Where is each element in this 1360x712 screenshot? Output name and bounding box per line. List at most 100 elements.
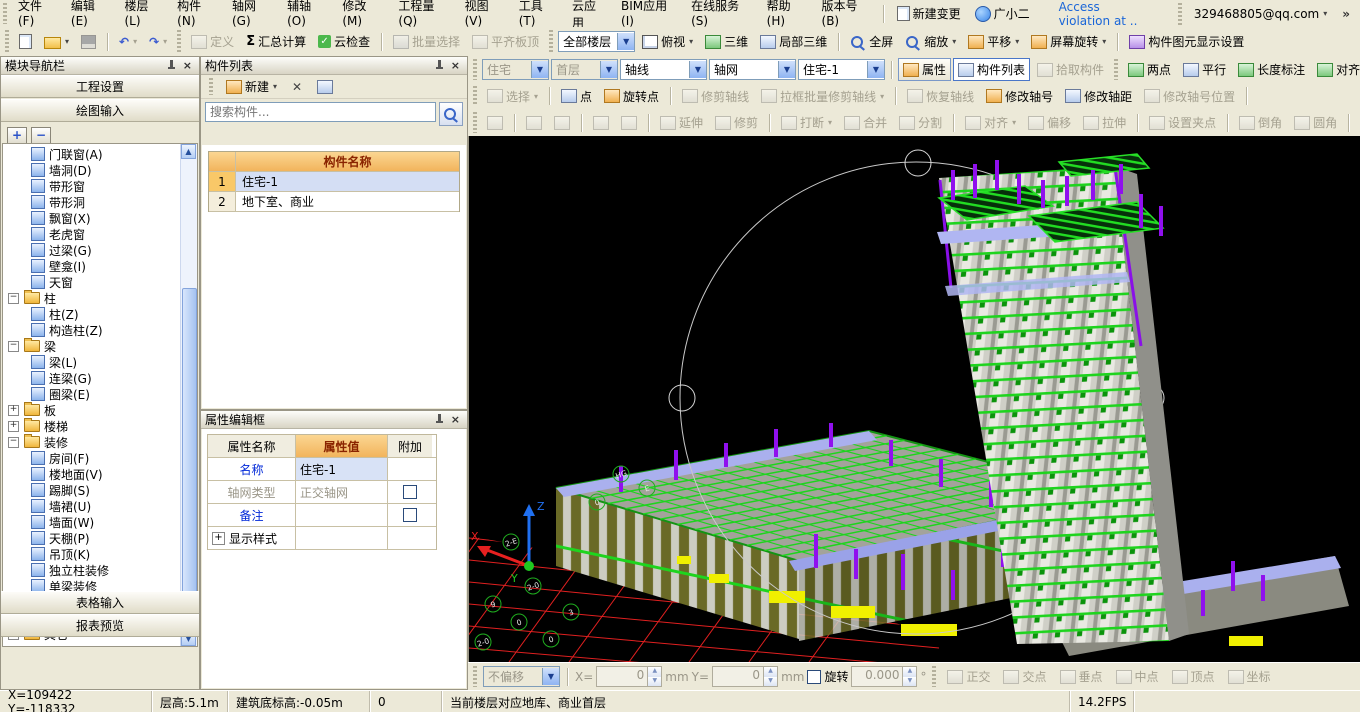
report-preview-button[interactable]: 报表预览: [1, 614, 199, 637]
summary-calc-button[interactable]: Σ汇总计算: [241, 30, 311, 53]
component-name[interactable]: 地下室、商业: [236, 192, 459, 211]
scrollbar-thumb[interactable]: [182, 288, 197, 596]
extend-button[interactable]: 延伸: [655, 111, 708, 134]
tree-item[interactable]: 连梁(G): [3, 370, 181, 386]
chevron-down-icon[interactable]: ▼: [778, 61, 795, 78]
rotate-checkbox[interactable]: [807, 670, 821, 684]
element-combo[interactable]: 住宅-1▼: [798, 59, 885, 80]
pin-icon[interactable]: [167, 59, 176, 72]
property-value[interactable]: 住宅-1: [296, 458, 388, 480]
element-display-settings-button[interactable]: 构件图元显示设置: [1124, 30, 1249, 53]
toolbar-grip[interactable]: [932, 666, 936, 687]
close-polyline-button[interactable]: 闭合: [1355, 111, 1360, 134]
intersection-snap-button[interactable]: 交点: [998, 665, 1051, 688]
tree-folder[interactable]: −装修: [3, 434, 181, 450]
chevron-down-icon[interactable]: ▼: [867, 61, 884, 78]
x-offset-spinner[interactable]: 0▲▼: [596, 666, 662, 687]
coordinate-button[interactable]: 坐标: [1223, 665, 1276, 688]
chevron-down-icon[interactable]: ▼: [600, 61, 617, 78]
tree-item[interactable]: 独立柱装修: [3, 562, 181, 578]
cloud-check-button[interactable]: ✓云检查: [313, 30, 375, 53]
tree-item[interactable]: 构造柱(Z): [3, 322, 181, 338]
toolbar-grip[interactable]: [209, 78, 213, 95]
define-button[interactable]: 定义: [186, 30, 239, 53]
pin-icon[interactable]: [435, 59, 444, 72]
rotate-point-button[interactable]: 旋转点: [599, 85, 664, 108]
toolbar-grip[interactable]: [549, 30, 553, 53]
format-brush-button[interactable]: [482, 113, 508, 133]
account-dropdown[interactable]: 329468805@qq.com▾: [1189, 4, 1332, 24]
merge-button[interactable]: 合并: [839, 111, 892, 134]
tree-item[interactable]: 墙面(W): [3, 514, 181, 530]
local-3d-button[interactable]: 局部三维: [755, 30, 832, 53]
search-input[interactable]: [205, 102, 436, 122]
offset-mode-combo[interactable]: 不偏移▼: [483, 666, 560, 687]
toolbar-grip[interactable]: [1178, 3, 1182, 25]
tree-item[interactable]: 吊顶(K): [3, 546, 181, 562]
component-name[interactable]: 住宅-1: [236, 172, 459, 191]
spin-down-icon[interactable]: ▼: [764, 677, 777, 687]
trim-axis-button[interactable]: 修剪轴线: [677, 85, 754, 108]
spin-up-icon[interactable]: ▲: [764, 667, 777, 677]
pan-button[interactable]: 平移▾: [963, 30, 1024, 53]
open-file-button[interactable]: ▾: [39, 31, 74, 52]
tree-scrollbar[interactable]: ▲ ▼: [180, 144, 197, 646]
chamfer-button[interactable]: 倒角: [1234, 111, 1287, 134]
close-icon[interactable]: ×: [180, 59, 195, 72]
expander-icon[interactable]: +: [212, 532, 225, 545]
expander-icon[interactable]: −: [8, 341, 19, 352]
tree-item[interactable]: 过梁(G): [3, 242, 181, 258]
tree-item[interactable]: 飘窗(X): [3, 210, 181, 226]
mirror-button[interactable]: [549, 113, 575, 133]
toolbar-grip[interactable]: [5, 30, 9, 53]
toolbar-grip[interactable]: [3, 3, 7, 24]
spin-down-icon[interactable]: ▼: [903, 677, 916, 687]
edit-axis-number-button[interactable]: 修改轴号: [981, 85, 1058, 108]
point-button[interactable]: 点: [556, 85, 597, 108]
element-type-combo[interactable]: 轴线▼: [620, 59, 707, 80]
pick-component-button[interactable]: 拾取构件: [1032, 58, 1109, 81]
tree-item[interactable]: 墙裙(U): [3, 498, 181, 514]
box-trim-axis-button[interactable]: 拉框批量修剪轴线▾: [756, 85, 889, 108]
move-button[interactable]: [588, 113, 614, 133]
orbit-handle-top[interactable]: [905, 150, 931, 176]
angle-spinner[interactable]: 0.000▲▼: [851, 666, 917, 687]
set-grips-button[interactable]: 设置夹点: [1144, 111, 1221, 134]
tree-item[interactable]: 柱(Z): [3, 306, 181, 322]
expander-icon[interactable]: +: [8, 421, 19, 432]
toolbar-grip[interactable]: [1114, 59, 1118, 80]
break-button[interactable]: 打断▾: [776, 111, 837, 134]
y-offset-spinner[interactable]: 0▲▼: [712, 666, 778, 687]
spin-down-icon[interactable]: ▼: [648, 677, 661, 687]
spin-up-icon[interactable]: ▲: [648, 667, 661, 677]
property-value[interactable]: [296, 504, 388, 526]
offset-button[interactable]: 偏移: [1023, 111, 1076, 134]
attributes-button[interactable]: 属性: [898, 58, 951, 81]
tree-item[interactable]: 房间(F): [3, 450, 181, 466]
checkbox[interactable]: [403, 485, 417, 499]
split-button[interactable]: 分割: [894, 111, 947, 134]
batch-select-button[interactable]: 批量选择: [388, 30, 465, 53]
floor-combo[interactable]: 首层▼: [551, 59, 618, 80]
select-button[interactable]: 选择▾: [482, 85, 543, 108]
zoom-button[interactable]: 缩放▾: [900, 30, 961, 53]
tree-item[interactable]: 带形窗: [3, 178, 181, 194]
tree-folder[interactable]: +楼梯: [3, 418, 181, 434]
align-button[interactable]: 对齐▾: [960, 111, 1021, 134]
expander-icon[interactable]: +: [8, 405, 19, 416]
tree-item[interactable]: 墙洞(D): [3, 162, 181, 178]
flush-slab-top-button[interactable]: 平齐板顶: [467, 30, 544, 53]
perpendicular-snap-button[interactable]: 垂点: [1055, 665, 1108, 688]
top-view-button[interactable]: 俯视▾: [637, 30, 698, 53]
toolbar-grip[interactable]: [473, 59, 477, 80]
edit-axis-distance-button[interactable]: 修改轴距: [1060, 85, 1137, 108]
restore-axis-button[interactable]: 恢复轴线: [902, 85, 979, 108]
tree-item[interactable]: 梁(L): [3, 354, 181, 370]
chevron-down-icon[interactable]: ▼: [617, 33, 634, 50]
toolbar-grip[interactable]: [473, 112, 477, 133]
tree-item[interactable]: 壁龛(I): [3, 258, 181, 274]
category-combo[interactable]: 轴网▼: [709, 59, 796, 80]
3d-viewport[interactable]: HGE02-E2-0902-003 X Z Y: [468, 136, 1360, 662]
tree-item[interactable]: 天棚(P): [3, 530, 181, 546]
chevron-down-icon[interactable]: ▼: [542, 668, 559, 685]
